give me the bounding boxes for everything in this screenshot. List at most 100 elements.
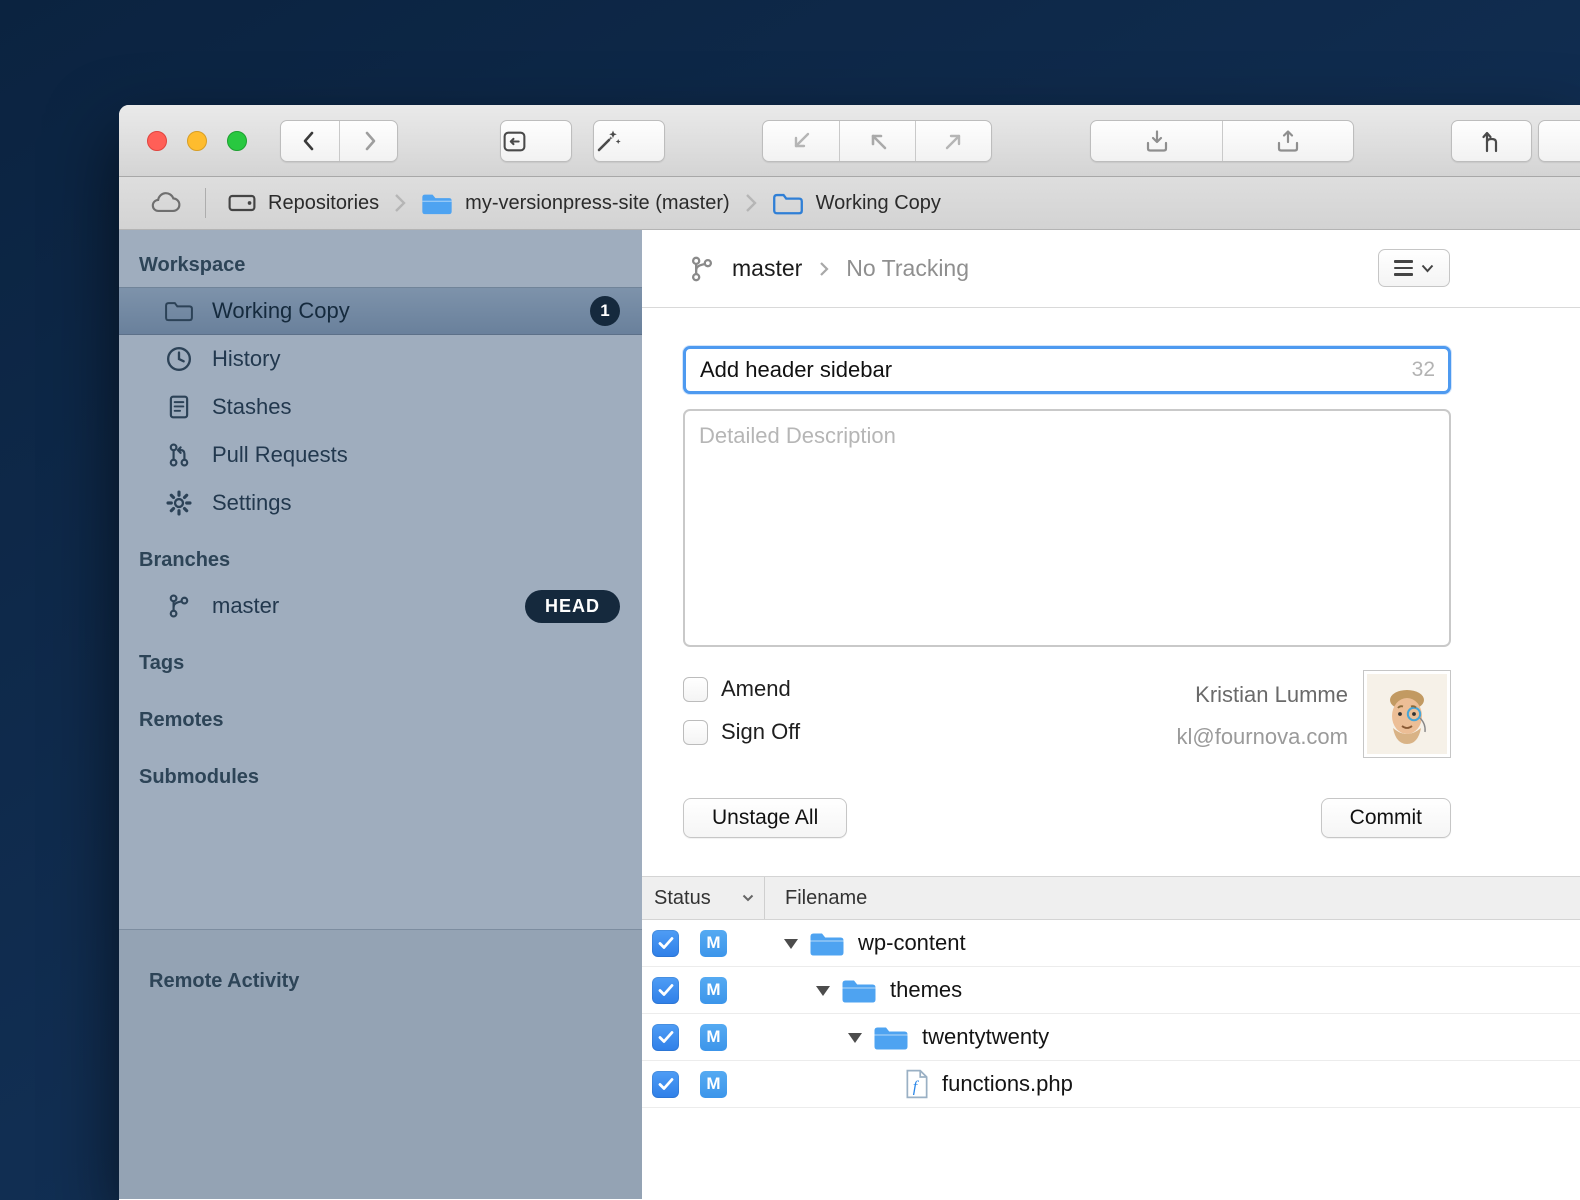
sidebar-item-label: History [212, 346, 280, 372]
filename: themes [890, 977, 962, 1003]
php-file-icon: f [905, 1069, 929, 1099]
commit-subject-input[interactable] [683, 346, 1451, 394]
cloud-icon[interactable] [149, 191, 183, 215]
commit-button[interactable]: Commit [1321, 798, 1451, 838]
current-branch[interactable]: master [732, 255, 802, 282]
pull-request-icon [163, 440, 195, 470]
breadcrumb-repositories[interactable]: Repositories [228, 192, 379, 215]
modified-status-badge: M [700, 977, 727, 1004]
column-filename[interactable]: Filename [765, 887, 867, 910]
stash-save-button[interactable] [1091, 121, 1222, 161]
back-button[interactable] [281, 121, 339, 161]
options-menu-button[interactable] [1378, 249, 1450, 287]
status-cell: M [642, 1024, 765, 1051]
close-button[interactable] [147, 131, 167, 151]
sidebar-item-working-copy[interactable]: Working Copy 1 [119, 287, 642, 335]
stash-apply-icon [1275, 128, 1301, 154]
section-remotes[interactable]: Remotes [119, 699, 642, 742]
history-nav-group [280, 120, 398, 162]
folder-icon [841, 977, 877, 1004]
commit-box-icon [501, 129, 528, 154]
sidebar-item-master[interactable]: master HEAD [119, 582, 642, 630]
section-workspace: Workspace [119, 244, 642, 287]
chevron-down-icon [742, 894, 754, 902]
open-in-button[interactable] [1452, 121, 1531, 161]
filename: twentytwenty [922, 1024, 1049, 1050]
tracking-status[interactable]: No Tracking [846, 255, 969, 282]
stash-save-icon [1144, 128, 1170, 154]
stage-checkbox[interactable] [652, 1024, 679, 1051]
commit-tool-button[interactable] [501, 121, 528, 161]
magic-wand-icon [594, 127, 622, 155]
column-status[interactable]: Status [642, 877, 765, 919]
chevron-left-icon [296, 127, 324, 155]
author-name: Kristian Lumme [1176, 682, 1348, 708]
folder-icon [873, 1024, 909, 1051]
stage-checkbox[interactable] [652, 1071, 679, 1098]
unstage-all-button[interactable]: Unstage All [683, 798, 847, 838]
quick-actions-group [593, 120, 665, 162]
table-row[interactable]: Mwp-content [642, 920, 1580, 967]
sidebar-item-label: Pull Requests [212, 442, 348, 468]
signoff-checkbox[interactable]: Sign Off [683, 719, 800, 745]
compare-tools-group [1451, 120, 1532, 162]
table-row[interactable]: Mthemes [642, 967, 1580, 1014]
arrow-down-left-icon [789, 130, 813, 152]
section-tags[interactable]: Tags [119, 642, 642, 685]
chevron-right-icon [393, 191, 407, 215]
amend-checkbox[interactable]: Amend [683, 676, 800, 702]
filename: wp-content [858, 930, 966, 956]
traffic-lights [147, 131, 247, 151]
sidebar-item-label: Stashes [212, 394, 292, 420]
zoom-button[interactable] [227, 131, 247, 151]
commit-pane: 32 Amend Sign Off [642, 308, 1451, 838]
tree-cell: themes [765, 977, 962, 1004]
sidebar-item-pull-requests[interactable]: Pull Requests [119, 431, 642, 479]
push-button[interactable] [915, 121, 991, 161]
pull-button[interactable] [839, 121, 915, 161]
sidebar-item-history[interactable]: History [119, 335, 642, 383]
sidebar-item-stashes[interactable]: Stashes [119, 383, 642, 431]
forward-button[interactable] [339, 121, 397, 161]
commit-description-textarea[interactable] [683, 409, 1451, 647]
file-table-header: Status Filename [642, 877, 1580, 920]
disclosure-triangle-icon[interactable] [847, 1032, 863, 1043]
sidebar: Workspace Working Copy 1 History [119, 230, 642, 1199]
table-row[interactable]: Mffunctions.php [642, 1061, 1580, 1108]
toolbar-partial-button[interactable] [1538, 120, 1580, 162]
merge-button[interactable] [763, 121, 839, 161]
tree-cell: wp-content [765, 930, 966, 957]
stage-checkbox[interactable] [652, 977, 679, 1004]
clock-icon [163, 344, 195, 374]
stashes-icon [163, 392, 195, 422]
branch-bar: master No Tracking [642, 230, 1580, 308]
minimize-button[interactable] [187, 131, 207, 151]
breadcrumb-working-copy[interactable]: Working Copy [772, 191, 941, 216]
chevron-right-icon [818, 259, 830, 279]
section-submodules[interactable]: Submodules [119, 756, 642, 799]
menu-icon [1394, 260, 1413, 275]
signoff-label: Sign Off [721, 719, 800, 745]
quick-actions-button[interactable] [594, 121, 622, 161]
tree-cell: twentytwenty [765, 1024, 1049, 1051]
commit-tool-group [500, 120, 572, 162]
disclosure-triangle-icon[interactable] [783, 938, 799, 949]
stage-checkbox[interactable] [652, 930, 679, 957]
checkbox-box[interactable] [683, 677, 708, 702]
remote-activity-panel: Remote Activity [119, 929, 642, 1199]
arrow-up-left-icon [866, 130, 890, 152]
table-row[interactable]: Mtwentytwenty [642, 1014, 1580, 1061]
working-copy-folder-icon [772, 191, 804, 216]
branch-icon [163, 591, 195, 621]
sidebar-item-settings[interactable]: Settings [119, 479, 642, 527]
disclosure-triangle-icon[interactable] [815, 985, 831, 996]
checkbox-box[interactable] [683, 720, 708, 745]
stash-apply-button[interactable] [1222, 121, 1353, 161]
breadcrumb-repository[interactable]: my-versionpress-site (master) [421, 191, 729, 216]
app-window: Repositories my-versionpress-site (maste… [119, 105, 1580, 1200]
uncommitted-count-badge: 1 [590, 296, 620, 326]
drive-icon [228, 192, 256, 214]
head-badge: HEAD [525, 590, 620, 623]
modified-status-badge: M [700, 930, 727, 957]
working-copy-view: master No Tracking 32 [642, 230, 1580, 1199]
